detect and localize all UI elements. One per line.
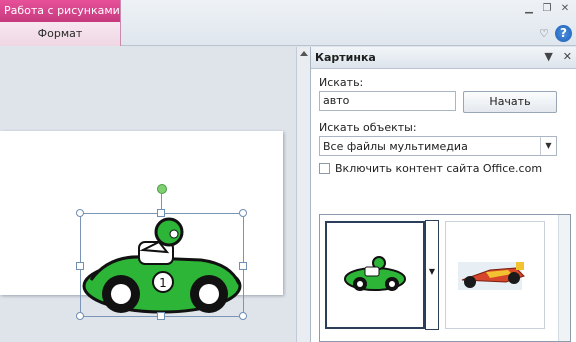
green-race-car-clipart-icon [344, 256, 406, 291]
pane-header: Картинка ▼ ✕ [311, 47, 576, 69]
search-label: Искать: [319, 76, 364, 89]
resize-handle-ne[interactable] [239, 209, 247, 217]
include-office-label: Включить контент сайта Office.com [335, 162, 543, 175]
resize-handle-e[interactable] [239, 262, 247, 270]
pane-close-icon[interactable]: ✕ [563, 50, 572, 63]
scroll-up-icon[interactable] [300, 51, 308, 56]
context-tab-group-label: Работа с рисунками [0, 0, 120, 22]
media-type-select[interactable]: Все файлы мультимедиа ▼ [319, 136, 557, 156]
result-item-2[interactable] [445, 221, 545, 329]
pane-title: Картинка [315, 51, 376, 64]
window-controls: ▁ ❐ ✕ [522, 2, 572, 16]
resize-handle-sw[interactable] [76, 312, 84, 320]
tab-format[interactable]: Формат [0, 22, 120, 46]
resize-handle-se[interactable] [239, 312, 247, 320]
resize-handle-s[interactable] [157, 312, 165, 320]
close-icon[interactable]: ✕ [558, 2, 572, 16]
resize-handle-nw[interactable] [76, 209, 84, 217]
document-scrollbar[interactable] [296, 47, 310, 342]
green-race-car-clipart-icon: 1 [82, 217, 242, 314]
minimize-icon[interactable]: ▁ [522, 2, 536, 16]
svg-text:1: 1 [159, 276, 167, 290]
result-item-1[interactable] [325, 221, 425, 329]
ribbon-right-controls: ♡ ? [539, 25, 572, 42]
ribbon-minimize-icon[interactable]: ♡ [539, 27, 549, 40]
media-type-value: Все файлы мультимедиа [323, 140, 468, 153]
include-office-checkbox[interactable] [319, 163, 330, 174]
formula-race-car-photo-icon [458, 262, 525, 290]
picture-tools-context-tab[interactable]: Работа с рисунками Формат [0, 0, 121, 46]
clipart-results: ▼ [319, 214, 571, 342]
clipart-task-pane: Картинка ▼ ✕ Искать: авто Начать Искать … [310, 47, 576, 342]
restore-icon[interactable]: ❐ [540, 2, 554, 16]
rotation-handle[interactable] [157, 184, 167, 194]
search-input[interactable]: авто [319, 91, 456, 111]
start-button[interactable]: Начать [463, 91, 557, 113]
results-scrollbar[interactable] [558, 215, 570, 341]
chevron-down-icon[interactable]: ▼ [540, 137, 556, 155]
search-objects-label: Искать объекты: [319, 121, 417, 134]
selected-clipart[interactable]: 1 [80, 213, 244, 317]
resize-handle-n[interactable] [157, 209, 165, 217]
pane-options-icon[interactable]: ▼ [544, 50, 552, 63]
ribbon: Работа с рисунками Формат ▁ ❐ ✕ ♡ ? [0, 0, 576, 46]
resize-handle-w[interactable] [76, 262, 84, 270]
help-icon[interactable]: ? [555, 25, 572, 42]
result-dropdown-icon[interactable]: ▼ [425, 220, 439, 330]
